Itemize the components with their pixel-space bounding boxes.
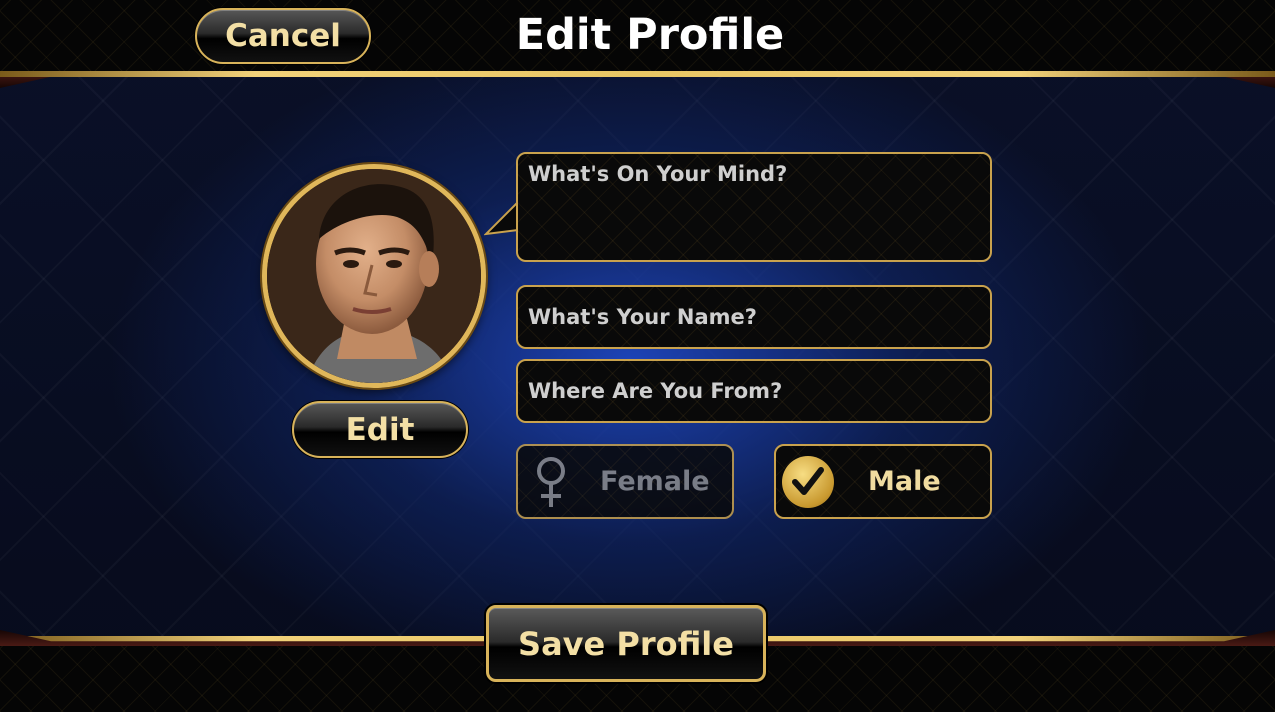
status-message-field[interactable]: What's On Your Mind? — [516, 152, 992, 262]
name-field[interactable]: What's Your Name? — [516, 285, 992, 349]
avatar — [262, 164, 486, 388]
male-label: Male — [868, 466, 941, 497]
edit-photo-button[interactable]: Edit — [292, 401, 468, 458]
male-option-button[interactable]: Male — [774, 444, 992, 519]
page-title: Edit Profile — [515, 10, 785, 60]
cancel-button[interactable]: Cancel — [195, 8, 371, 64]
checkmark-icon — [782, 455, 834, 508]
female-label: Female — [600, 466, 710, 497]
location-field[interactable]: Where Are You From? — [516, 359, 992, 423]
female-symbol-icon — [537, 456, 565, 507]
profile-photo — [267, 169, 481, 383]
female-option-button[interactable]: Female — [516, 444, 734, 519]
top-gold-divider — [0, 71, 1275, 77]
save-profile-button[interactable]: Save Profile — [486, 605, 766, 682]
speech-bubble-tail — [484, 201, 519, 236]
